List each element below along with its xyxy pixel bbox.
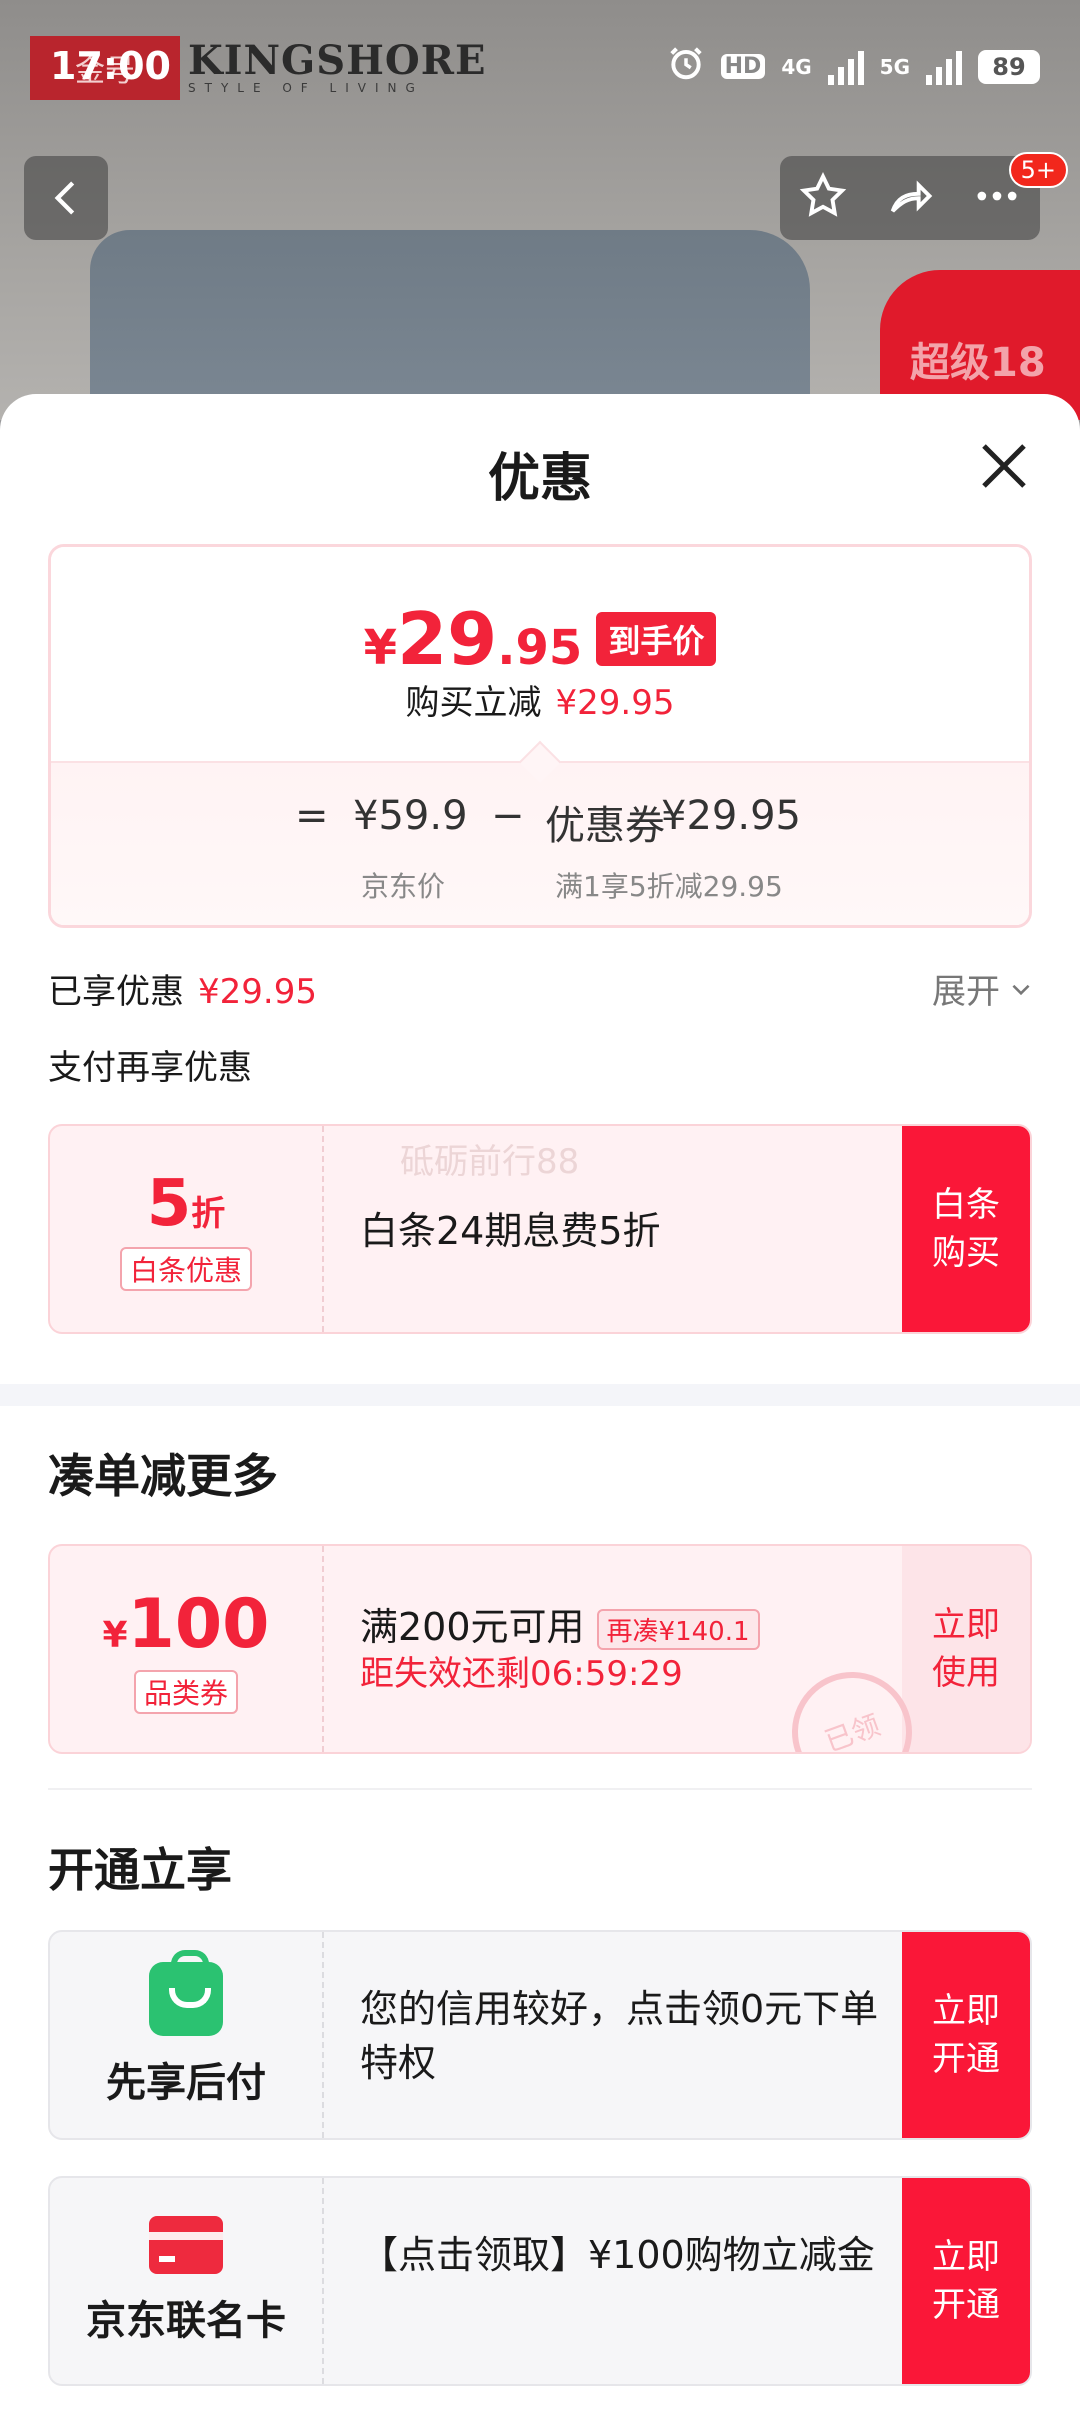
chevron-down-icon bbox=[1012, 984, 1030, 995]
enjoyed-label: 已享优惠 bbox=[48, 972, 184, 1012]
use-button-line2: 使用 bbox=[932, 1653, 1000, 1693]
category-coupon: ¥ 100 品类券 满200元可用 再凑¥140.1 距失效还剩06:59:29 … bbox=[48, 1544, 1032, 1754]
baitiao-discount-unit: 折 bbox=[191, 1194, 226, 1234]
open-card-button[interactable]: 立即 开通 bbox=[902, 2178, 1030, 2384]
coupon-condition-row: 满200元可用 再凑¥140.1 bbox=[360, 1596, 760, 1651]
price-integer: 29 bbox=[397, 597, 498, 681]
back-button[interactable] bbox=[24, 156, 108, 240]
coupon-label: 优惠券 bbox=[545, 803, 665, 849]
category-coupon-tag: 品类券 bbox=[133, 1669, 238, 1714]
baitiao-tag: 白条优惠 bbox=[119, 1247, 252, 1291]
service-co-branded-card: 京东联名卡 【点击领取】¥100购物立减金 立即开通 bbox=[48, 2176, 1032, 2386]
credit-card-icon bbox=[149, 2216, 223, 2274]
star-icon bbox=[800, 172, 847, 217]
close-icon bbox=[982, 444, 1026, 488]
top-actions bbox=[780, 156, 1040, 240]
price-summary-card: ¥ 29 .95 到手价 购买立减 ¥29.95 = ¥59.9 − 优惠券 ¥2… bbox=[48, 544, 1032, 928]
baitiao-discount: 5 折 bbox=[147, 1167, 226, 1241]
divider-line bbox=[48, 1788, 1032, 1790]
brand-name: KINGSHORE bbox=[188, 37, 487, 84]
final-price: ¥ 29 .95 到手价 bbox=[51, 597, 1029, 681]
alarm-icon bbox=[667, 44, 705, 89]
pay-again-title: 支付再享优惠 bbox=[48, 1048, 252, 1088]
sheet-title: 优惠 bbox=[487, 449, 592, 509]
price-decimal: .95 bbox=[497, 620, 583, 676]
open-pay-later-button[interactable]: 立即 开通 bbox=[902, 1932, 1030, 2138]
baitiao-offer: 5 折 白条优惠 砥砺前行88 白条24期息费5折 白条购买 bbox=[48, 1124, 1032, 1334]
signal-icon-2 bbox=[926, 49, 962, 85]
service-pay-later: 先享后付 您的信用较好，点击领0元下单特权 立即开通 bbox=[48, 1930, 1032, 2140]
service-name: 京东联名卡 bbox=[86, 2298, 286, 2344]
discount-sheet: 优惠 ¥ 29 .95 到手价 购买立减 ¥29.95 = ¥59.9 − 优惠券… bbox=[0, 394, 1080, 2412]
status-time: 17:00 bbox=[50, 44, 171, 88]
favorite-button[interactable] bbox=[797, 170, 849, 226]
enjoyed-discount: 已享优惠 ¥29.95 bbox=[48, 964, 317, 1013]
need-more-tag: 再凑¥140.1 bbox=[596, 1609, 760, 1650]
coupon-amount-value: 100 bbox=[127, 1584, 270, 1664]
watermark-text: 砥砺前行88 bbox=[400, 1142, 580, 1182]
battery-icon: 89 bbox=[978, 49, 1040, 84]
instant-discount: 购买立减 ¥29.95 bbox=[51, 675, 1029, 724]
coupon-amount: ¥ 100 bbox=[102, 1585, 269, 1664]
use-button-line1: 立即 bbox=[932, 1605, 1000, 1645]
hd-icon: HD bbox=[720, 54, 766, 79]
open-button-line2: 开通 bbox=[932, 2285, 1000, 2325]
jd-price-value: ¥59.9 bbox=[353, 793, 468, 839]
instant-discount-value: ¥29.95 bbox=[555, 683, 675, 723]
signal-icon bbox=[827, 49, 864, 85]
baitiao-buy-button[interactable]: 白条 购买 bbox=[902, 1126, 1030, 1332]
service-name: 先享后付 bbox=[106, 2060, 266, 2106]
service-desc: 【点击领取】¥100购物立减金 bbox=[360, 2233, 875, 2277]
baitiao-button-line2: 购买 bbox=[932, 1233, 1000, 1273]
minus-sign: − bbox=[491, 793, 525, 839]
section-divider bbox=[0, 1384, 1080, 1406]
coupon-condition: 满200元可用 bbox=[360, 1605, 585, 1649]
service-desc: 您的信用较好，点击领0元下单特权 bbox=[360, 1987, 879, 2085]
chevron-left-icon bbox=[54, 181, 75, 215]
more-section-title: 凑单减更多 bbox=[48, 1449, 278, 1503]
open-button-line1: 立即 bbox=[932, 1991, 1000, 2031]
close-button[interactable] bbox=[974, 436, 1034, 496]
share-icon bbox=[890, 180, 933, 213]
network-5g-label: 5G bbox=[879, 54, 910, 79]
open-section-title: 开通立享 bbox=[48, 1843, 232, 1897]
baitiao-button-line1: 白条 bbox=[932, 1185, 1000, 1225]
currency-symbol: ¥ bbox=[363, 620, 398, 676]
network-4g-label: 4G bbox=[781, 54, 812, 79]
share-button[interactable] bbox=[884, 170, 936, 226]
final-price-tag: 到手价 bbox=[596, 612, 717, 666]
brand-tagline: STYLE OF LIVING bbox=[188, 81, 424, 95]
instant-discount-label: 购买立减 bbox=[405, 683, 542, 723]
coupon-desc: 满1享5折减29.95 bbox=[555, 870, 783, 903]
open-button-line1: 立即 bbox=[932, 2237, 1000, 2277]
coupon-currency: ¥ bbox=[102, 1614, 128, 1656]
expand-toggle[interactable]: 展开 bbox=[932, 964, 1034, 1013]
baitiao-desc: 白条24期息费5折 bbox=[360, 1209, 661, 1253]
cart-badge: 5+ bbox=[1008, 152, 1068, 188]
jd-price-label: 京东价 bbox=[361, 870, 446, 903]
open-button-line2: 开通 bbox=[932, 2039, 1000, 2079]
expand-label: 展开 bbox=[932, 972, 1000, 1012]
coupon-countdown: 距失效还剩06:59:29 bbox=[360, 1654, 683, 1694]
coupon-value: ¥29.95 bbox=[661, 793, 801, 839]
enjoyed-value: ¥29.95 bbox=[198, 972, 317, 1012]
baitiao-discount-num: 5 bbox=[146, 1167, 192, 1241]
equals-sign: = bbox=[295, 793, 329, 839]
use-coupon-button[interactable]: 立即 使用 bbox=[902, 1546, 1030, 1752]
shopping-bag-icon bbox=[149, 1950, 223, 2036]
status-bar-icons: HD 4G 5G 89 bbox=[667, 44, 1040, 89]
